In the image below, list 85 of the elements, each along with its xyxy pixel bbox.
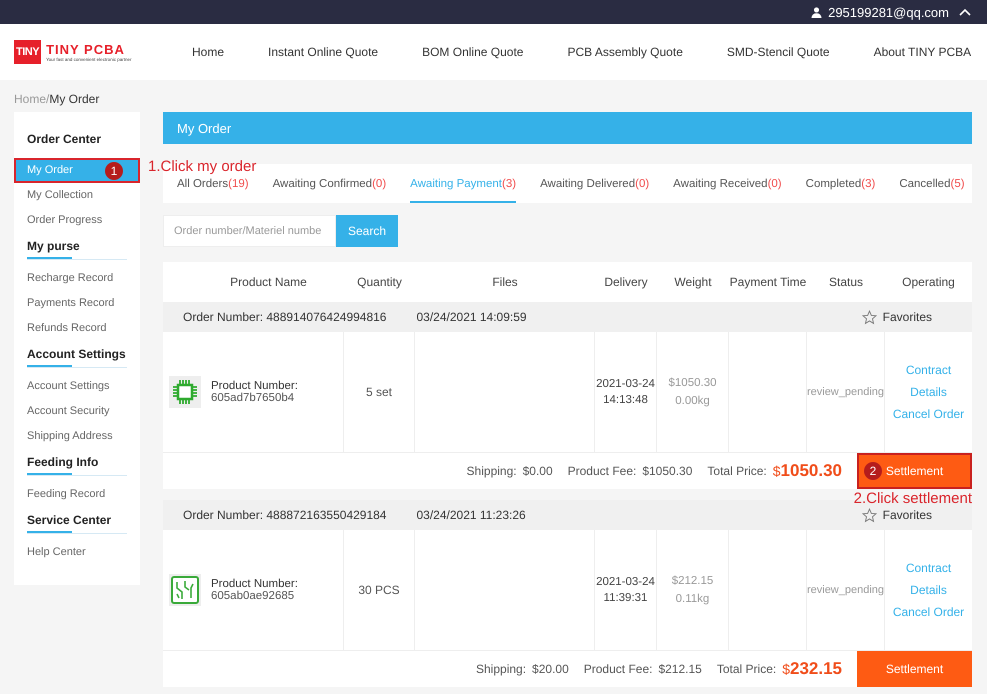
sidebar-item[interactable]: Payments Record [14,291,140,316]
status-text: review_pending [806,386,884,398]
nav-link[interactable]: Instant Online Quote [268,45,378,59]
chevron-up-icon[interactable] [959,8,971,16]
column-header: Payment Time [729,275,807,289]
sidebar-item[interactable]: Account Settings [14,374,140,399]
shipping-label: Shipping: [466,464,517,478]
sidebar-item[interactable]: Account Security [14,399,140,424]
status-text: review_pending [806,584,884,596]
section-heading: Service Center [27,513,112,527]
logo-mark[interactable]: TINY [14,40,42,64]
nav-link[interactable]: SMD-Stencil Quote [726,45,830,59]
star-icon[interactable] [862,310,877,324]
sidebar-item[interactable]: Feeding Record [14,482,140,507]
user-email[interactable]: 295199281@qq.com [828,4,949,20]
annotation-text: 2.Click settlement [854,490,972,507]
total-price: $232.15 [782,659,842,679]
product-number: 605ab0ae92685 [211,590,296,602]
status-tab[interactable]: Awaiting Delivered(0) [540,178,650,203]
breadcrumb-current: My Order [49,92,100,106]
fee-label: Product Fee: [568,464,636,478]
weight-text: 0.00kg [675,395,710,407]
status-tab[interactable]: All Orders(19) [177,178,249,203]
order-date: 03/24/2021 14:09:59 [416,310,527,324]
section-heading: Feeding Info [27,455,98,469]
order-date: 03/24/2021 11:23:26 [416,508,526,522]
sidebar-item[interactable]: Shipping Address [14,424,140,449]
total-label: Total Price: [716,662,776,676]
nav-link[interactable]: PCB Assembly Quote [567,45,683,59]
weight-text: 0.11kg [676,593,710,605]
column-header: Status [828,275,864,289]
product-label: Product Number: [211,578,298,590]
column-header: Delivery [603,275,649,289]
star-icon[interactable] [862,508,877,522]
shipping-label: Shipping: [476,662,526,676]
status-tab[interactable]: Awaiting Confirmed(0) [272,178,386,203]
sidebar-item[interactable]: Order Progress [14,208,140,233]
user-icon [811,6,822,18]
quantity-cell: 30 PCS [358,583,400,597]
sidebar-item[interactable]: Help Center [14,540,140,565]
search-field[interactable]: Order number/Materiel numbe [163,215,336,247]
product-label: Product Number: [211,380,298,392]
total-price: $1050.30 [772,461,842,481]
delivery-time: 11:39:31 [604,592,648,604]
order-number: Order Number: 488872163550429184 [183,508,386,522]
section-heading: Order Center [27,132,102,146]
chip-icon [169,376,201,408]
column-header: Product Name [229,275,308,289]
section-heading: My purse [27,239,80,253]
shipping-value: $20.00 [532,662,569,676]
shipping-value: $0.00 [522,464,553,478]
column-header: Files [491,275,519,289]
fee-value: $212.15 [658,662,702,676]
status-tab[interactable]: Awaiting Payment(3) [410,178,516,203]
annotation-text: 1.Click my order [148,158,256,175]
delivery-time: 2021-03-24 [596,378,655,390]
column-header: Quantity [356,275,403,289]
price-text: $1050.30 [668,377,716,389]
price-text: $212.15 [672,575,714,587]
nav-link[interactable]: Home [192,45,224,59]
circuit-board-icon [169,574,201,606]
sidebar-item[interactable]: Refunds Record [14,316,140,341]
status-tab[interactable]: Awaiting Received(0) [673,178,782,203]
favorites-link[interactable]: Favorites [882,310,932,324]
nav-link[interactable]: About TINY PCBA [874,45,972,59]
fee-label: Product Fee: [584,662,652,676]
settlement-button[interactable]: Settlement [857,651,972,687]
column-header: Operating [901,275,956,289]
status-tab[interactable]: Completed(3) [806,178,876,203]
sidebar-item[interactable]: Recharge Record [14,266,140,291]
favorites-link[interactable]: Favorites [882,508,932,522]
product-number: 605ad7b7650b4 [211,392,296,404]
order-number: Order Number: 488914076424994816 [183,310,386,324]
sidebar-item[interactable]: My Collection [14,183,140,208]
status-tab[interactable]: Cancelled(5) [899,178,965,203]
column-header: Weight [673,275,713,289]
delivery-time: 2021-03-24 [596,576,655,588]
page-title: My Order [177,120,232,136]
delivery-time: 14:13:48 [603,394,648,406]
fee-value: $1050.30 [642,464,692,478]
section-heading: Account Settings [27,347,126,361]
logo-name[interactable]: TINY PCBA [46,42,132,57]
quantity-cell: 5 set [366,385,392,399]
total-label: Total Price: [707,464,767,478]
nav-link[interactable]: BOM Online Quote [422,45,524,59]
